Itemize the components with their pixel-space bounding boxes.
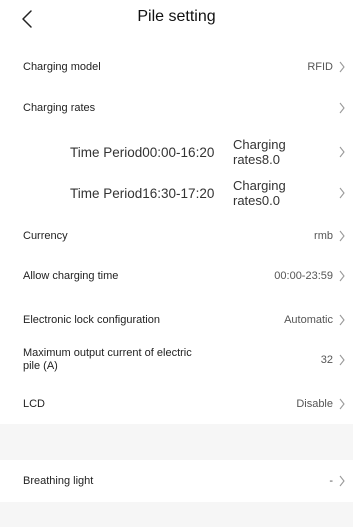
row-lcd[interactable]: LCD Disable (0, 389, 353, 419)
charging-model-value: RFID (307, 61, 333, 73)
charging-rate-2: Charging rates0.0 (233, 178, 286, 208)
row-breathing-light[interactable]: Breathing light - (0, 466, 353, 496)
header-bar: Pile setting (0, 0, 353, 40)
row-electronic-lock[interactable]: Electronic lock configuration Automatic (0, 305, 353, 335)
row-max-output-current[interactable]: Maximum output current of electric pile … (0, 341, 353, 379)
currency-label: Currency (23, 230, 68, 242)
currency-value: rmb (314, 230, 333, 242)
max-output-current-label: Maximum output current of electric pile … (23, 347, 192, 372)
allow-charging-time-label: Allow charging time (23, 270, 119, 282)
breathing-light-label: Breathing light (23, 475, 94, 487)
row-charging-rates[interactable]: Charging rates (0, 93, 353, 123)
row-time-period-1[interactable]: Time Period00:00-16:20 Charging rates8.0 (0, 134, 353, 170)
chevron-right-icon (338, 61, 346, 73)
lcd-label: LCD (23, 398, 46, 410)
chevron-right-icon (338, 230, 346, 242)
section-divider (0, 424, 353, 460)
charging-rate-1: Charging rates8.0 (233, 137, 286, 167)
chevron-right-icon (338, 475, 346, 487)
chevron-right-icon (338, 270, 346, 282)
chevron-right-icon (338, 314, 346, 326)
lcd-value: Disable (296, 398, 333, 410)
row-allow-charging-time[interactable]: Allow charging time 00:00-23:59 (0, 261, 353, 291)
breathing-light-value: - (329, 475, 333, 487)
chevron-right-icon (338, 187, 346, 199)
charging-model-label: Charging model (23, 61, 101, 73)
chevron-right-icon (338, 102, 346, 114)
charging-rates-label: Charging rates (23, 102, 96, 114)
time-period-2: Time Period16:30-17:20 (70, 185, 215, 201)
page-title: Pile setting (137, 8, 216, 25)
row-currency[interactable]: Currency rmb (0, 221, 353, 251)
allow-charging-time-value: 00:00-23:59 (274, 270, 333, 282)
electronic-lock-label: Electronic lock configuration (23, 314, 160, 326)
electronic-lock-value: Automatic (284, 314, 333, 326)
chevron-right-icon (338, 354, 346, 366)
chevron-right-icon (338, 398, 346, 410)
time-period-1: Time Period00:00-16:20 (70, 144, 215, 160)
max-output-current-value: 32 (320, 354, 333, 366)
bottom-divider (0, 502, 353, 527)
row-time-period-2[interactable]: Time Period16:30-17:20 Charging rates0.0 (0, 175, 353, 211)
chevron-right-icon (338, 146, 346, 158)
row-charging-model[interactable]: Charging model RFID (0, 52, 353, 82)
